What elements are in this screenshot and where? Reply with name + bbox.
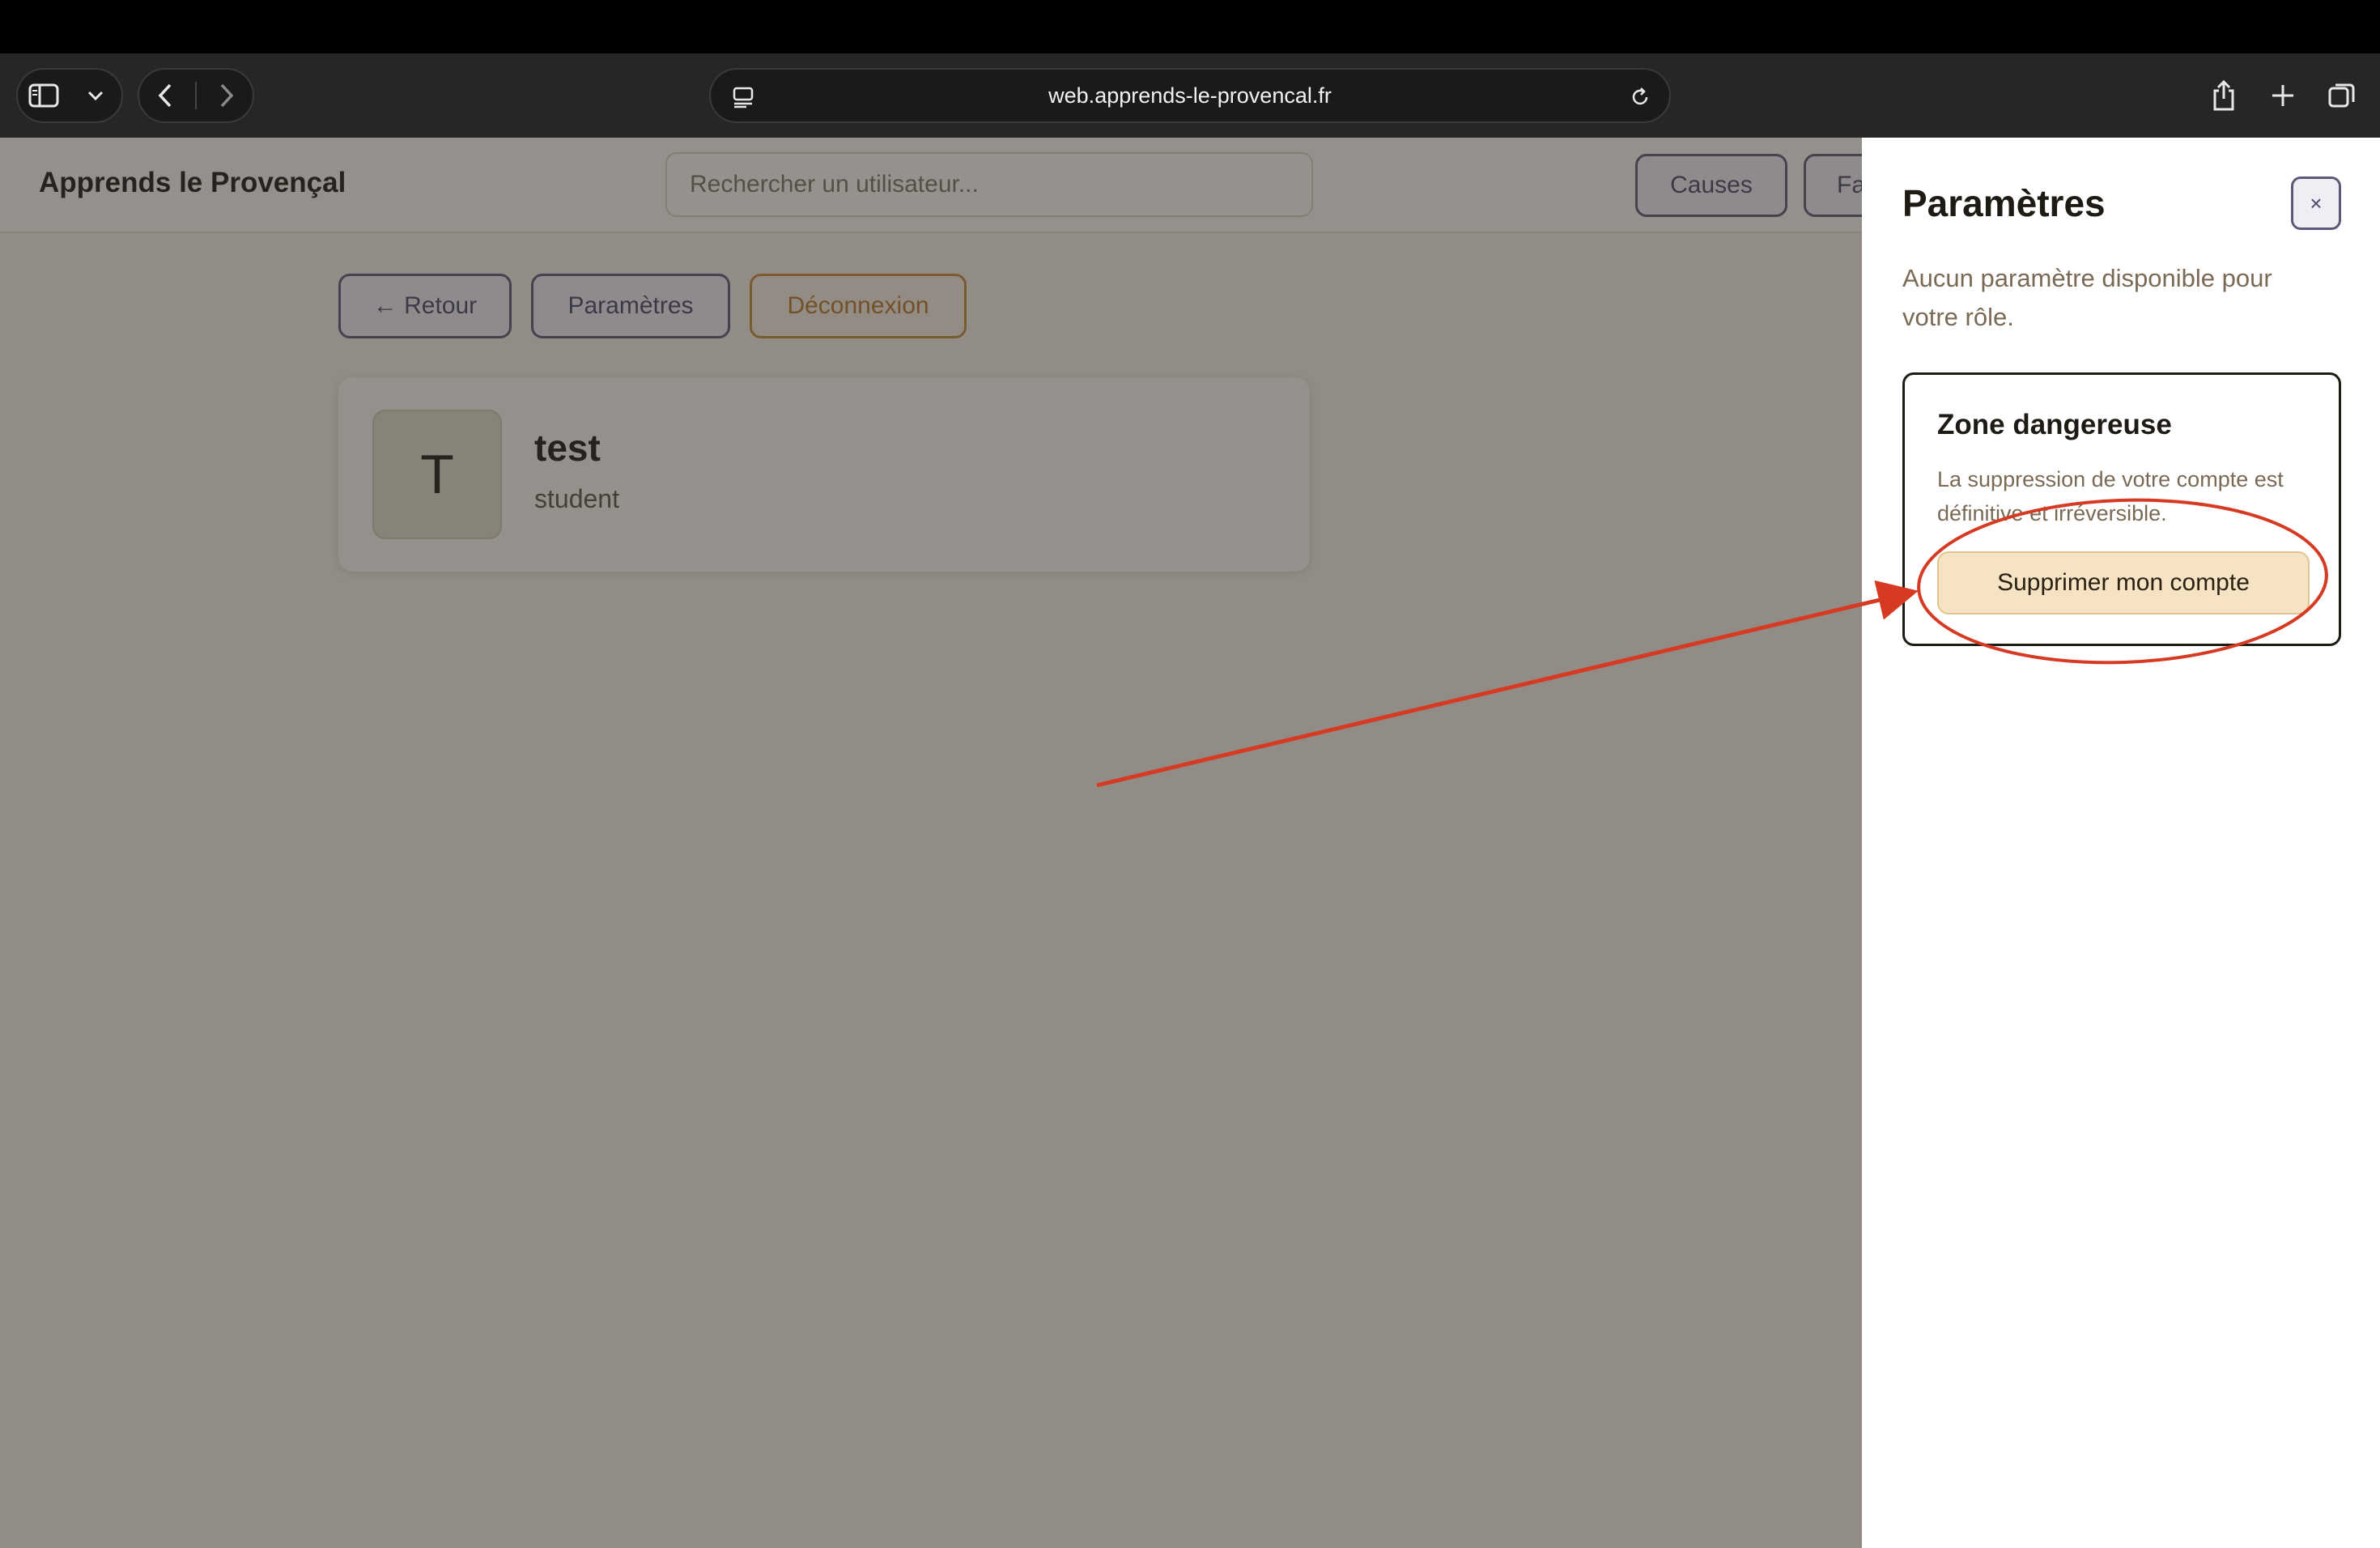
- back-arrow-icon[interactable]: [144, 74, 186, 117]
- url-text: web.apprends-le-provencal.fr: [1048, 83, 1332, 108]
- sidebar-icon[interactable]: [23, 74, 65, 117]
- delete-account-button[interactable]: Supprimer mon compte: [1937, 551, 2310, 615]
- screen-top-bar: [0, 0, 2380, 53]
- tabs-overview-icon[interactable]: [2321, 74, 2363, 117]
- nav-separator: [194, 82, 197, 109]
- navigation-group: [138, 68, 254, 123]
- danger-zone-title: Zone dangereuse: [1937, 409, 2172, 440]
- drawer-note: Aucun paramètre disponible pour votre rô…: [1902, 264, 2272, 331]
- chevron-down-icon[interactable]: [74, 74, 117, 117]
- settings-drawer: Paramètres × Aucun paramètre disponible …: [1862, 138, 2380, 1548]
- danger-zone: Zone dangereuse La suppression de votre …: [1902, 372, 2341, 646]
- drawer-title: Paramètres: [1902, 182, 2106, 224]
- address-bar[interactable]: web.apprends-le-provencal.fr: [709, 68, 1671, 123]
- new-tab-icon[interactable]: [2262, 74, 2304, 117]
- modal-backdrop[interactable]: [0, 138, 1862, 1548]
- browser-toolbar: web.apprends-le-provencal.fr: [0, 53, 2380, 138]
- reload-icon[interactable]: [1619, 76, 1661, 118]
- forward-arrow-icon[interactable]: [206, 74, 248, 117]
- toolbar-right-actions: [2194, 68, 2372, 123]
- app-page: Apprends le Provençal Causes Fa ← Retour…: [0, 138, 1901, 1548]
- sidebar-toggle-group: [16, 68, 123, 123]
- share-icon[interactable]: [2203, 74, 2245, 117]
- danger-zone-text: La suppression de votre compte est défin…: [1937, 467, 2284, 525]
- close-button[interactable]: ×: [2291, 176, 2341, 230]
